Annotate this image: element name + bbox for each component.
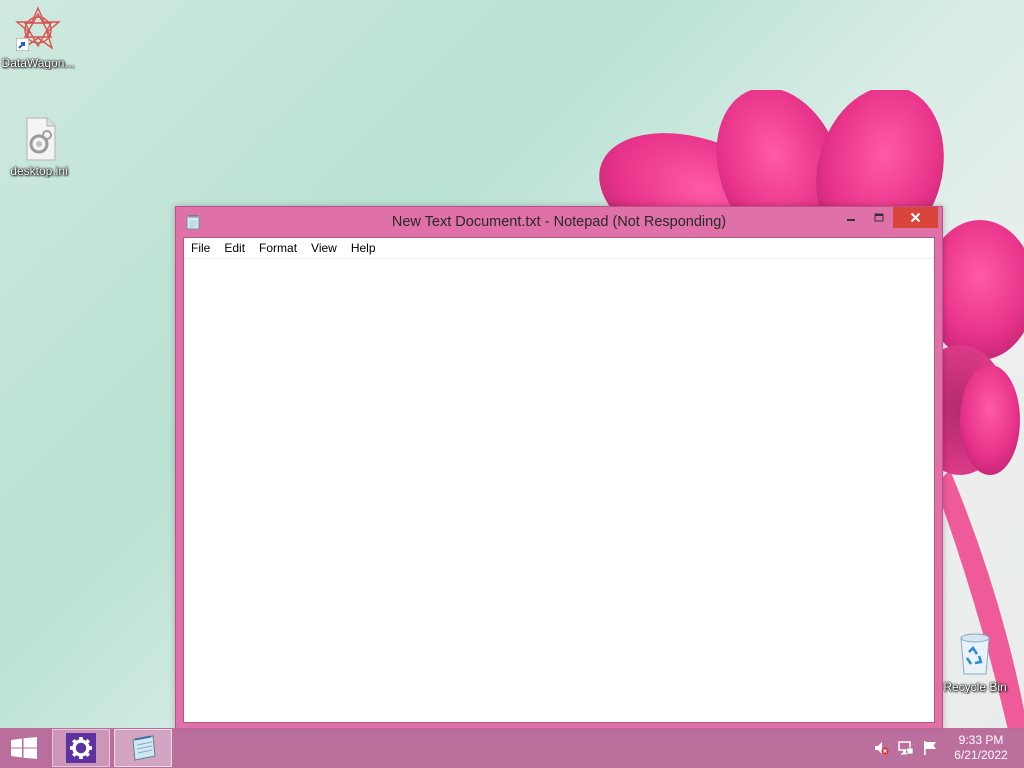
flag-icon[interactable] xyxy=(922,740,938,756)
desktop-icon-desktop-ini[interactable]: desktop.ini xyxy=(1,114,77,178)
taskbar-notepad-button[interactable] xyxy=(114,729,172,767)
desktop-icon-label: desktop.ini xyxy=(10,164,68,178)
minimize-icon xyxy=(846,218,855,221)
windows-logo-icon xyxy=(11,737,37,759)
notepad-window[interactable]: New Text Document.txt - Notepad (Not Res… xyxy=(175,206,943,730)
clock-date: 6/21/2022 xyxy=(954,748,1008,762)
client-area: File Edit Format View Help xyxy=(183,237,935,723)
clock[interactable]: 9:33 PM 6/21/2022 xyxy=(948,733,1014,763)
close-button[interactable] xyxy=(893,207,938,228)
network-icon[interactable] xyxy=(898,740,914,756)
speaker-muted-icon[interactable] xyxy=(873,740,889,756)
close-icon xyxy=(910,212,921,223)
notepad-icon xyxy=(186,215,200,230)
clock-time: 9:33 PM xyxy=(958,733,1004,747)
taskbar: 9:33 PM 6/21/2022 xyxy=(0,728,1024,768)
title-bar[interactable]: New Text Document.txt - Notepad (Not Res… xyxy=(176,207,942,237)
gear-icon xyxy=(66,733,96,763)
desktop-icon-label: Recycle Bin xyxy=(943,680,1007,694)
menu-bar: File Edit Format View Help xyxy=(184,238,934,259)
menu-format[interactable]: Format xyxy=(252,238,304,258)
taskbar-settings-button[interactable] xyxy=(52,729,110,767)
desktop: DataWagon... desktop.ini Recycle Bin New… xyxy=(0,0,1024,768)
maximize-icon xyxy=(874,213,884,221)
desktop-icon-recycle-bin[interactable]: Recycle Bin xyxy=(937,630,1013,694)
menu-edit[interactable]: Edit xyxy=(217,238,252,258)
menu-file[interactable]: File xyxy=(184,238,217,258)
window-title: New Text Document.txt - Notepad (Not Res… xyxy=(391,214,727,230)
notepad-icon xyxy=(132,735,156,761)
shortcut-arrow-icon xyxy=(16,38,29,51)
menu-view[interactable]: View xyxy=(304,238,344,258)
desktop-icon-label: DataWagon... xyxy=(1,56,75,70)
recycle-bin-icon xyxy=(951,630,999,678)
maximize-button[interactable] xyxy=(865,207,893,228)
minimize-button[interactable] xyxy=(836,207,865,228)
settings-file-icon xyxy=(15,114,63,162)
desktop-icon-datawagon[interactable]: DataWagon... xyxy=(0,6,76,70)
datawagon-icon xyxy=(14,6,62,54)
start-button[interactable] xyxy=(0,728,48,768)
menu-help[interactable]: Help xyxy=(344,238,383,258)
text-editor[interactable] xyxy=(184,259,934,722)
